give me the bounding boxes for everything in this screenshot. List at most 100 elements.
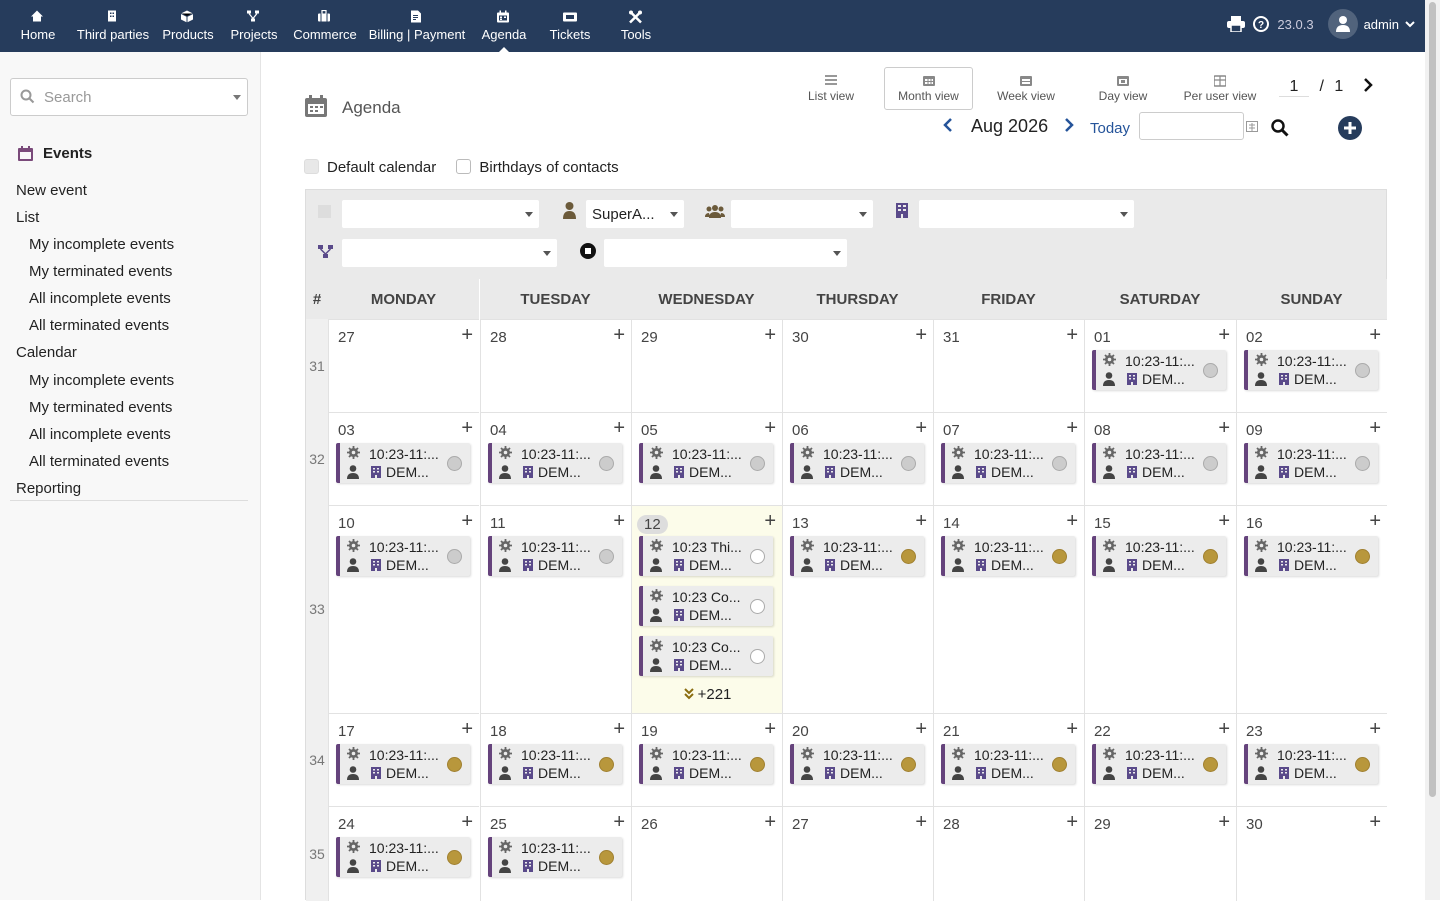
day-cell[interactable]: 29 + (1084, 806, 1236, 901)
calendar-event[interactable]: 10:23-11:... DEM... (336, 744, 470, 784)
add-event-plus-icon[interactable]: + (461, 718, 473, 741)
add-event-plus-icon[interactable]: + (1218, 718, 1230, 741)
date-picker-icon[interactable] (1246, 121, 1258, 132)
add-event-plus-icon[interactable]: + (613, 510, 625, 533)
add-event-plus-icon[interactable]: + (613, 417, 625, 440)
week-view-button[interactable]: Week view (982, 67, 1070, 110)
add-event-plus-icon[interactable]: + (764, 718, 776, 741)
day-cell[interactable]: 25 +10:23-11:... DEM... (480, 806, 631, 901)
calendar-event[interactable]: 10:23-11:... DEM... (790, 536, 924, 576)
left-menu-all-terminated-events[interactable]: All terminated events (29, 317, 169, 334)
add-event-plus-icon[interactable]: + (915, 417, 927, 440)
day-view-button[interactable]: Day view (1080, 67, 1166, 110)
left-menu-calendar[interactable]: Calendar (16, 344, 77, 361)
add-event-plus-icon[interactable]: + (764, 811, 776, 834)
calendar-event[interactable]: 10:23-11:... DEM... (941, 744, 1075, 784)
left-menu-my-terminated-events[interactable]: My terminated events (29, 399, 172, 416)
add-event-plus-icon[interactable]: + (1066, 811, 1078, 834)
left-menu-my-terminated-events[interactable]: My terminated events (29, 263, 172, 280)
left-menu-my-incomplete-events[interactable]: My incomplete events (29, 372, 174, 389)
day-cell[interactable]: 30 + (1236, 806, 1387, 901)
day-cell[interactable]: 03 +10:23-11:... DEM... (328, 412, 479, 505)
day-cell[interactable]: 02 +10:23-11:... DEM... (1236, 319, 1387, 412)
calendar-event[interactable]: 10:23-11:... DEM... (1244, 443, 1378, 483)
add-event-plus-icon[interactable]: + (764, 510, 776, 533)
add-event-plus-icon[interactable]: + (915, 324, 927, 347)
chevron-right-icon[interactable] (1362, 77, 1374, 93)
day-cell[interactable]: 09 +10:23-11:... DEM... (1236, 412, 1387, 505)
list-view-button[interactable]: List view (792, 67, 870, 110)
project-select[interactable] (342, 239, 557, 267)
calendar-event[interactable]: 10:23 Co... DEM... (639, 586, 773, 626)
show-more-events[interactable]: +221 (632, 686, 782, 703)
calendar-event[interactable]: 10:23-11:... DEM... (941, 536, 1075, 576)
calendar-event[interactable]: 10:23-11:... DEM... (790, 744, 924, 784)
day-cell[interactable]: 26 + (631, 806, 782, 901)
scrollbar-thumb[interactable] (1429, 2, 1436, 797)
day-cell[interactable]: 28 + (933, 806, 1084, 901)
add-event-plus-icon[interactable]: + (1369, 510, 1381, 533)
calendar-event[interactable]: 10:23-11:... DEM... (639, 744, 773, 784)
user-filter-select[interactable]: SuperA... (586, 200, 684, 228)
day-cell[interactable]: 29 + (631, 319, 782, 412)
day-cell[interactable]: 06 +10:23-11:... DEM... (782, 412, 933, 505)
add-event-plus-icon[interactable]: + (613, 324, 625, 347)
day-cell[interactable]: 27 + (328, 319, 479, 412)
day-cell[interactable]: 10 +10:23-11:... DEM... (328, 505, 479, 713)
day-cell[interactable]: 21 +10:23-11:... DEM... (933, 713, 1084, 806)
calendar-event[interactable]: 10:23-11:... DEM... (488, 744, 622, 784)
day-cell[interactable]: 11 +10:23-11:... DEM... (480, 505, 631, 713)
day-cell[interactable]: 22 +10:23-11:... DEM... (1084, 713, 1236, 806)
calendar-event[interactable]: 10:23-11:... DEM... (488, 536, 622, 576)
left-menu-my-incomplete-events[interactable]: My incomplete events (29, 236, 174, 253)
add-event-plus-icon[interactable]: + (1369, 718, 1381, 741)
add-event-plus-icon[interactable]: + (1369, 417, 1381, 440)
day-cell[interactable]: 30 + (782, 319, 933, 412)
calendar-event[interactable]: 10:23-11:... DEM... (639, 443, 773, 483)
nav-item-tools[interactable]: Tools (576, 0, 696, 52)
calendar-event[interactable]: 10:23-11:... DEM... (488, 443, 622, 483)
add-event-plus-icon[interactable]: + (1369, 324, 1381, 347)
day-cell[interactable]: 01 +10:23-11:... DEM... (1084, 319, 1236, 412)
today-link[interactable]: Today (1090, 120, 1130, 137)
calendar-event[interactable]: 10:23-11:... DEM... (1244, 536, 1378, 576)
left-menu-reporting[interactable]: Reporting (16, 480, 81, 497)
help-icon[interactable]: ? (1253, 16, 1270, 32)
day-cell[interactable]: 16 +10:23-11:... DEM... (1236, 505, 1387, 713)
day-cell[interactable]: 18 +10:23-11:... DEM... (480, 713, 631, 806)
calendar-event[interactable]: 10:23 Co... DEM... (639, 636, 773, 676)
status-select[interactable] (604, 239, 847, 267)
day-cell[interactable]: 14 +10:23-11:... DEM... (933, 505, 1084, 713)
calendar-event[interactable]: 10:23-11:... DEM... (1244, 350, 1378, 390)
left-menu-new-event[interactable]: New event (16, 182, 87, 199)
day-cell[interactable]: 31 + (933, 319, 1084, 412)
date-input[interactable] (1139, 112, 1244, 140)
day-cell[interactable]: 13 +10:23-11:... DEM... (782, 505, 933, 713)
left-menu-list[interactable]: List (16, 209, 39, 226)
day-cell[interactable]: 04 +10:23-11:... DEM... (480, 412, 631, 505)
calendar-event[interactable]: 10:23-11:... DEM... (941, 443, 1075, 483)
calendar-event[interactable]: 10:23-11:... DEM... (336, 837, 470, 877)
calendar-event[interactable]: 10:23-11:... DEM... (1092, 536, 1226, 576)
day-cell[interactable]: 17 +10:23-11:... DEM... (328, 713, 479, 806)
day-cell[interactable]: 19 +10:23-11:... DEM... (631, 713, 782, 806)
event-type-select[interactable] (342, 200, 539, 228)
add-event-plus-icon[interactable]: + (461, 417, 473, 440)
add-event-plus-icon[interactable]: + (461, 324, 473, 347)
calendar-event[interactable]: 10:23-11:... DEM... (1244, 744, 1378, 784)
add-event-plus-icon[interactable]: + (915, 510, 927, 533)
per-user-view-button[interactable]: Per user view (1174, 67, 1266, 110)
add-event-plus-icon[interactable]: + (764, 417, 776, 440)
calendar-event[interactable]: 10:23-11:... DEM... (336, 443, 470, 483)
add-event-plus-icon[interactable]: + (613, 718, 625, 741)
left-menu-all-incomplete-events[interactable]: All incomplete events (29, 426, 171, 443)
calendar-event[interactable]: 10:23-11:... DEM... (1092, 744, 1226, 784)
search-input[interactable]: Search (10, 78, 248, 116)
left-menu-all-incomplete-events[interactable]: All incomplete events (29, 290, 171, 307)
add-event-plus-icon[interactable]: + (1218, 510, 1230, 533)
previous-month-icon[interactable] (942, 117, 954, 133)
day-cell[interactable]: 05 +10:23-11:... DEM... (631, 412, 782, 505)
day-cell[interactable]: 23 +10:23-11:... DEM... (1236, 713, 1387, 806)
add-event-plus-icon[interactable]: + (1218, 811, 1230, 834)
add-event-plus-icon[interactable]: + (1066, 510, 1078, 533)
